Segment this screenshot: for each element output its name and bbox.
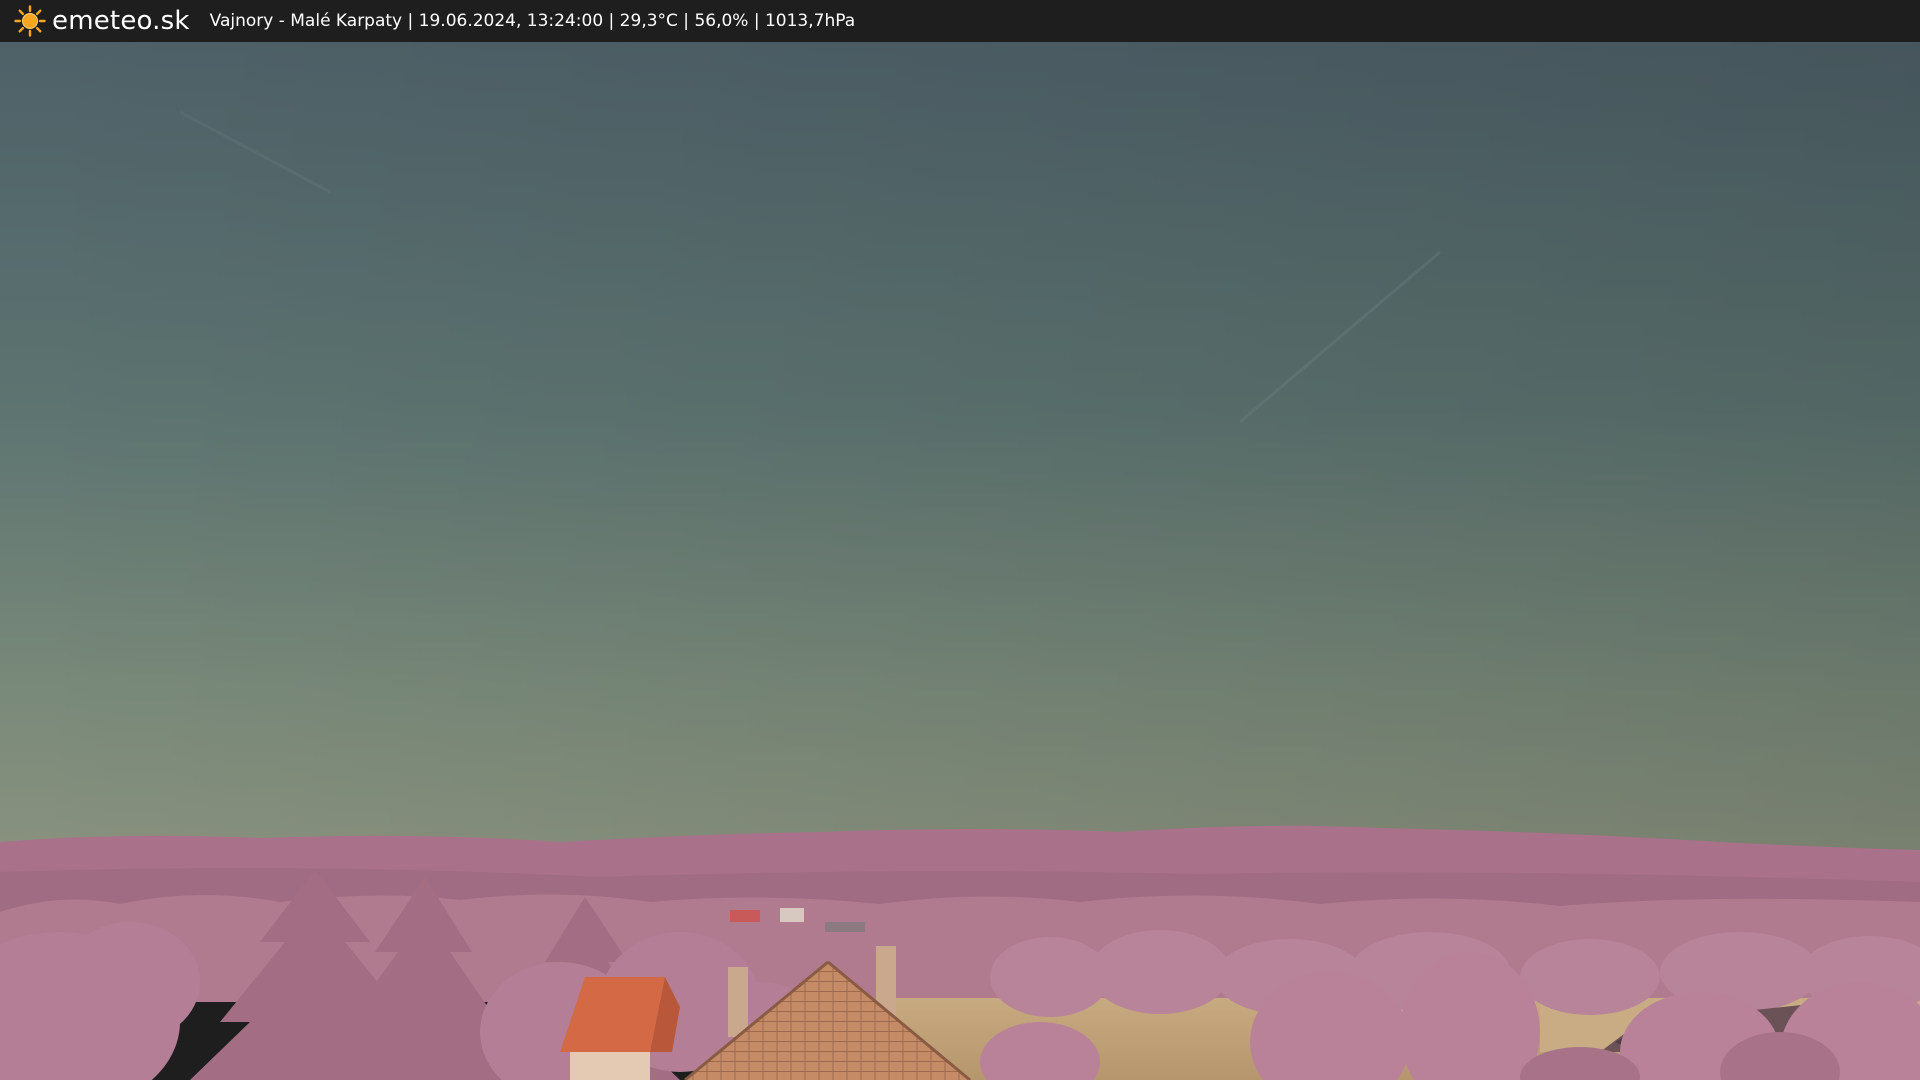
logo[interactable]: emeteo.sk: [14, 5, 190, 37]
sun-icon: [14, 5, 46, 37]
brand-name: emeteo.sk: [52, 6, 190, 36]
top-bar: emeteo.sk Vajnory - Malé Karpaty | 19.06…: [0, 0, 1920, 42]
station-caption: Vajnory - Malé Karpaty | 19.06.2024, 13:…: [209, 11, 856, 31]
webcam-frame: emeteo.sk Vajnory - Malé Karpaty | 19.06…: [0, 0, 1920, 1080]
landscape-scene: [0, 42, 1920, 1080]
webcam-image: [0, 42, 1920, 1080]
